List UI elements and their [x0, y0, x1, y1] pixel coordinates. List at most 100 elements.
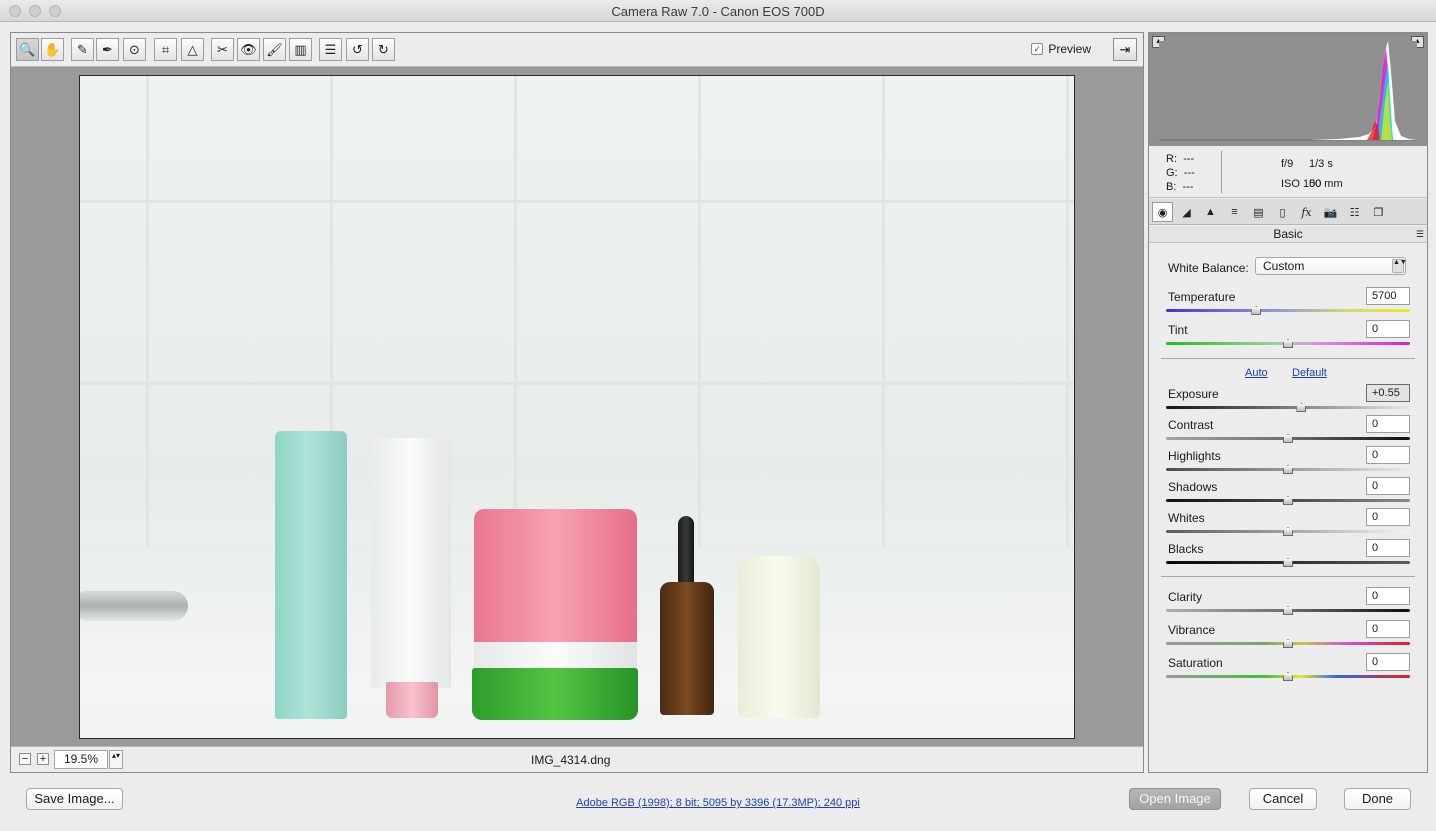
lens-corrections-tab-icon[interactable]: ▯ [1272, 202, 1293, 222]
title-bar: Camera Raw 7.0 - Canon EOS 700D [0, 0, 1436, 22]
clarity-thumb[interactable] [1283, 606, 1293, 615]
hand-tool-icon[interactable]: ✋ [41, 38, 64, 61]
shadows-thumb[interactable] [1283, 496, 1293, 505]
tint-field[interactable]: 0 [1366, 320, 1410, 338]
zoom-level-field[interactable]: 19.5% [54, 750, 108, 769]
straighten-tool-icon[interactable]: △ [181, 38, 204, 61]
shutter-speed: 1/3 s [1309, 158, 1333, 170]
graduated-filter-tool-icon[interactable]: ▥ [289, 38, 312, 61]
camera-calibration-tab-icon[interactable]: 📷 [1320, 202, 1341, 222]
image-filename: IMG_4314.dng [531, 753, 611, 767]
info-separator [1221, 151, 1222, 193]
zoom-bar: − + 19.5% ▴▾ IMG_4314.dng [11, 746, 1143, 772]
whites-slider[interactable]: Whites 0 [1166, 508, 1410, 541]
basic-tab-icon[interactable]: ◉ [1152, 202, 1173, 222]
vibrance-field[interactable]: 0 [1366, 620, 1410, 638]
red-eye-removal-tool-icon[interactable]: 👁 [237, 38, 260, 61]
panel-tabs: ◉ ◢ ▲ ≡ ▤ ▯ fx 📷 ☷ ❐ [1149, 199, 1427, 225]
vibrance-slider[interactable]: Vibrance 0 [1166, 620, 1410, 653]
product-soap-glory-lid [474, 642, 637, 668]
panel-title: Basic ☰ [1149, 226, 1427, 243]
temperature-field[interactable]: 5700 [1366, 287, 1410, 305]
preview-checkbox[interactable]: ✓ [1031, 43, 1044, 55]
histogram: ▲ ▲ [1149, 33, 1427, 146]
tint-thumb[interactable] [1283, 339, 1293, 348]
shadows-field[interactable]: 0 [1366, 477, 1410, 495]
focal-length: 50 mm [1309, 178, 1343, 190]
tone-curve-tab-icon[interactable]: ◢ [1176, 202, 1197, 222]
clarity-field[interactable]: 0 [1366, 587, 1410, 605]
open-image-button[interactable]: Open Image [1129, 788, 1221, 810]
white-balance-label: White Balance: [1168, 261, 1249, 275]
rotate-left-icon[interactable]: ↺ [346, 38, 369, 61]
product-soap-glory-jar [474, 509, 637, 644]
product-drops-of-youth-jar [472, 668, 638, 720]
product-elizabeth-arden-tube [371, 438, 451, 688]
blacks-thumb[interactable] [1283, 558, 1293, 567]
zoom-out-button[interactable]: − [19, 753, 31, 765]
fullscreen-icon[interactable]: ⇥ [1113, 38, 1137, 61]
shadows-slider[interactable]: Shadows 0 [1166, 477, 1410, 510]
zoom-tool-icon[interactable]: 🔍 [16, 38, 39, 61]
temperature-thumb[interactable] [1251, 306, 1262, 315]
highlights-field[interactable]: 0 [1366, 446, 1410, 464]
effects-tab-icon[interactable]: fx [1296, 202, 1317, 222]
product-antipodes-dropper [678, 516, 694, 584]
split-toning-tab-icon[interactable]: ▤ [1248, 202, 1269, 222]
whites-thumb[interactable] [1283, 527, 1293, 536]
detail-tab-icon[interactable]: ▲ [1200, 202, 1221, 222]
adjustment-brush-tool-icon[interactable]: 🖌 [263, 38, 286, 61]
highlights-thumb[interactable] [1283, 465, 1293, 474]
preview-toggle[interactable]: ✓ Preview [1031, 42, 1091, 56]
contrast-field[interactable]: 0 [1366, 415, 1410, 433]
zoom-in-button[interactable]: + [37, 753, 49, 765]
blacks-field[interactable]: 0 [1366, 539, 1410, 557]
blacks-slider[interactable]: Blacks 0 [1166, 539, 1410, 572]
product-elizabeth-arden-cap [386, 682, 438, 718]
rotate-right-icon[interactable]: ↻ [372, 38, 395, 61]
histogram-graph [1159, 41, 1417, 141]
white-balance-select[interactable]: Custom ▲▼ [1255, 257, 1407, 275]
window-title: Camera Raw 7.0 - Canon EOS 700D [611, 4, 825, 19]
temperature-slider[interactable]: Temperature 5700 [1166, 287, 1410, 320]
saturation-field[interactable]: 0 [1366, 653, 1410, 671]
rgb-readout: R: --- G: --- B: --- [1166, 153, 1195, 193]
clarity-slider[interactable]: Clarity 0 [1166, 587, 1410, 620]
camera-info: R: --- G: --- B: --- f/9 ISO 100 1/3 s 5… [1149, 146, 1427, 198]
contrast-thumb[interactable] [1283, 434, 1293, 443]
contrast-slider[interactable]: Contrast 0 [1166, 415, 1410, 448]
saturation-thumb[interactable] [1283, 672, 1293, 681]
snapshots-tab-icon[interactable]: ❐ [1368, 202, 1389, 222]
vibrance-thumb[interactable] [1283, 639, 1293, 648]
exposure-field[interactable]: +0.55 [1366, 384, 1410, 402]
workflow-options-link[interactable]: Adobe RGB (1998); 8 bit; 5095 by 3396 (1… [576, 797, 860, 809]
exposure-thumb[interactable] [1296, 403, 1307, 412]
preferences-tool-icon[interactable]: ☰ [319, 38, 342, 61]
exposure-info-right: 1/3 s 50 mm [1309, 154, 1343, 194]
cancel-button[interactable]: Cancel [1249, 788, 1317, 810]
hsl-tab-icon[interactable]: ≡ [1224, 202, 1245, 222]
select-arrows-icon: ▲▼ [1392, 259, 1407, 273]
toolbar: 🔍 ✋ ✎ ✒ ⊙ ⌗ △ ✂ 👁 🖌 ▥ ☰ ↺ ↻ ✓ Preview ⇥ [11, 33, 1143, 67]
white-balance-tool-icon[interactable]: ✎ [71, 38, 94, 61]
zoom-stepper[interactable]: ▴▾ [109, 750, 123, 769]
whites-field[interactable]: 0 [1366, 508, 1410, 526]
targeted-adjustment-tool-icon[interactable]: ⊙ [123, 38, 146, 61]
exposure-slider[interactable]: Exposure +0.55 [1166, 384, 1410, 417]
color-sampler-tool-icon[interactable]: ✒ [96, 38, 119, 61]
bath-tap [80, 591, 188, 621]
panel-menu-icon[interactable]: ☰ [1416, 226, 1424, 243]
saturation-slider[interactable]: Saturation 0 [1166, 653, 1410, 686]
image-workarea: 🔍 ✋ ✎ ✒ ⊙ ⌗ △ ✂ 👁 🖌 ▥ ☰ ↺ ↻ ✓ Preview ⇥ [10, 32, 1144, 773]
presets-tab-icon[interactable]: ☷ [1344, 202, 1365, 222]
done-button[interactable]: Done [1344, 788, 1411, 810]
adjustments-panel: ▲ ▲ R: --- G: --- B: --- f/9 ISO 100 1/3… [1148, 32, 1428, 773]
spot-removal-tool-icon[interactable]: ✂ [211, 38, 234, 61]
highlights-slider[interactable]: Highlights 0 [1166, 446, 1410, 479]
tint-slider[interactable]: Tint 0 [1166, 320, 1410, 353]
auto-link[interactable]: Auto [1245, 367, 1268, 379]
product-antipodes-bottle [660, 582, 714, 715]
default-link[interactable]: Default [1292, 367, 1327, 379]
image-preview[interactable] [79, 75, 1075, 739]
crop-tool-icon[interactable]: ⌗ [154, 38, 177, 61]
